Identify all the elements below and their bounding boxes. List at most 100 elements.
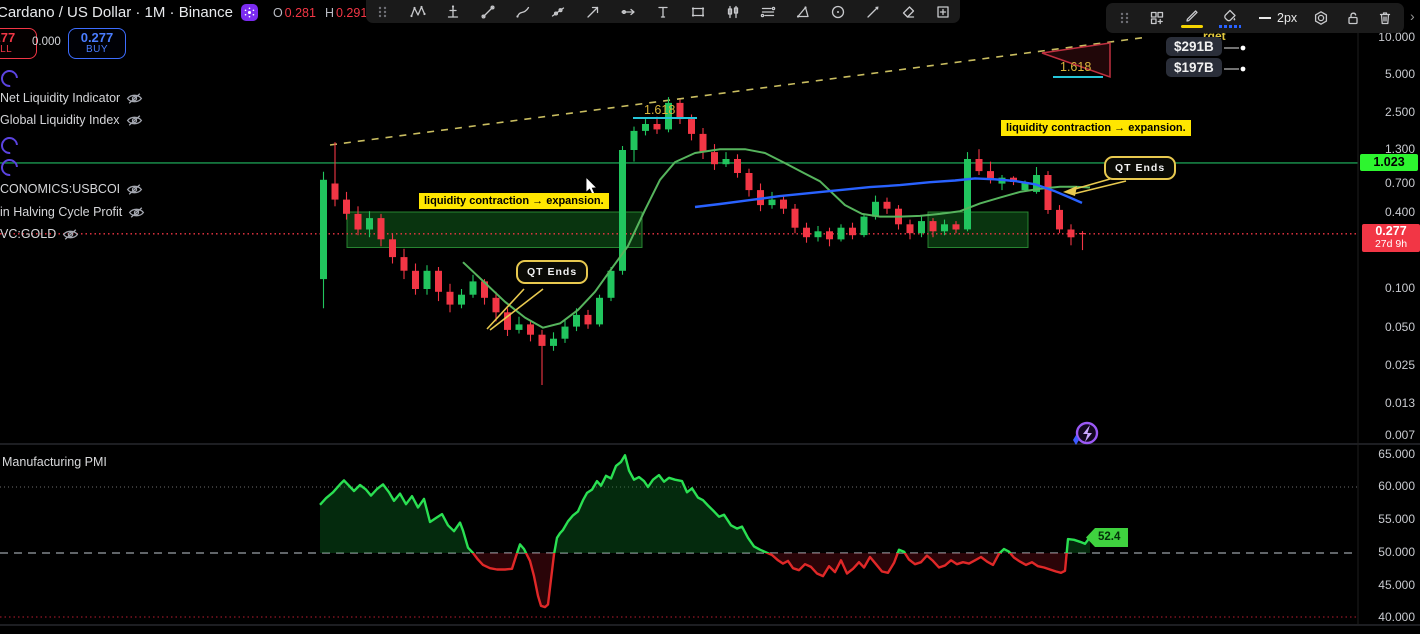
indicator-label[interactable]: in Halving Cycle Profit	[0, 205, 122, 219]
measure-icon[interactable]	[935, 4, 951, 20]
arrow-button[interactable]	[585, 4, 601, 20]
indicator-legend-item[interactable]: Global Liquidity Index	[0, 113, 143, 127]
drag-handle-icon[interactable]	[1117, 10, 1133, 26]
liquidity-target-291[interactable]: $291B	[1166, 37, 1222, 56]
drag-handle-icon[interactable]	[375, 4, 391, 20]
drag-handle-button[interactable]	[1117, 10, 1133, 26]
indicator-legend-item[interactable]: Net Liquidity Indicator	[0, 91, 143, 105]
price-axis-label: 0.013	[1384, 396, 1415, 410]
eraser-button[interactable]	[900, 4, 916, 20]
pmi-pane-title[interactable]: Manufacturing PMI	[2, 455, 107, 469]
trend-line-icon[interactable]	[480, 4, 496, 20]
ohlc-open-value: 0.281	[284, 5, 316, 20]
fill-color-swatch	[1219, 25, 1241, 28]
bars-pattern-icon[interactable]	[725, 4, 741, 20]
chart-canvas[interactable]	[0, 0, 1420, 634]
ohlc-open-label: O	[272, 5, 283, 20]
trash-icon[interactable]	[1377, 10, 1393, 26]
eye-off-icon[interactable]	[126, 114, 143, 127]
chevron-right-icon[interactable]: ›	[1410, 8, 1415, 24]
eraser-icon[interactable]	[900, 4, 916, 20]
eye-off-icon[interactable]	[128, 206, 145, 219]
qt-ends-callout-2[interactable]: QT Ends	[1104, 156, 1177, 180]
eye-off-icon[interactable]	[126, 183, 143, 196]
line-width-value: 2px	[1277, 11, 1298, 25]
ellipse-button[interactable]	[830, 4, 846, 20]
price-axis-label: 0.007	[1384, 428, 1415, 442]
line-width-icon[interactable]	[1257, 10, 1273, 26]
indicator-label[interactable]: VC:GOLD	[0, 227, 56, 241]
indicator-loading-spinner	[0, 155, 22, 180]
indicator-value-tag: 1.023	[1360, 154, 1418, 171]
lock-open-icon[interactable]	[1345, 10, 1361, 26]
pencil-color-button[interactable]	[1181, 8, 1203, 29]
text-tool-icon[interactable]	[655, 4, 671, 20]
measure-button[interactable]	[935, 4, 951, 20]
trend-line-button[interactable]	[480, 4, 496, 20]
price-axis-label: 0.100	[1384, 281, 1415, 295]
liquidity-note-1[interactable]: liquidity contraction → expansion.	[419, 193, 609, 209]
symbol-header[interactable]: Cardano / US Dollar · 1M · Binance O 0.28…	[0, 4, 383, 21]
indicator-label[interactable]: Global Liquidity Index	[0, 113, 120, 127]
xabcd-pattern-icon[interactable]	[410, 4, 426, 20]
ohlc-high-value: 0.291	[335, 5, 368, 20]
arrow-marker-button[interactable]	[865, 4, 881, 20]
sell-label: SELL	[0, 43, 13, 55]
triangle-pattern-icon[interactable]	[795, 4, 811, 20]
indicator-legend-item[interactable]: CONOMICS:USBCOI	[0, 182, 143, 196]
text-tool-button[interactable]	[655, 4, 671, 20]
horizontal-ray-icon[interactable]	[620, 4, 636, 20]
fib-extension-label-2[interactable]: 1.618	[1060, 60, 1091, 74]
indicator-loading-spinner	[0, 66, 22, 91]
ohlc-high-label: H	[324, 5, 334, 20]
drag-handle-button[interactable]	[375, 4, 391, 20]
qt-ends-callout-1[interactable]: QT Ends	[516, 260, 589, 284]
fib-extension-label-1[interactable]: 1.618	[644, 103, 675, 117]
brush-icon[interactable]	[515, 4, 531, 20]
parallel-channel-icon[interactable]	[760, 4, 776, 20]
cross-line-button[interactable]	[550, 4, 566, 20]
price-axis-label: 2.500	[1384, 105, 1415, 119]
indicator-legend-item[interactable]: VC:GOLD	[0, 227, 79, 241]
price-axis-label: 0.400	[1384, 205, 1415, 219]
bucket-icon[interactable]	[1222, 8, 1238, 24]
settings-hex-icon[interactable]	[1313, 10, 1329, 26]
xabcd-pattern-button[interactable]	[410, 4, 426, 20]
price-axis-label: 0.025	[1384, 358, 1415, 372]
trash-button[interactable]	[1377, 10, 1393, 26]
horizontal-ray-button[interactable]	[620, 4, 636, 20]
fill-color-button[interactable]	[1219, 8, 1241, 28]
cross-line-icon[interactable]	[550, 4, 566, 20]
long-position-icon[interactable]	[445, 4, 461, 20]
rectangle-button[interactable]	[690, 4, 706, 20]
pmi-axis-label: 50.000	[1378, 545, 1415, 559]
arrow-icon[interactable]	[585, 4, 601, 20]
settings-hex-button[interactable]	[1313, 10, 1329, 26]
buy-button[interactable]: 0.277 BUY	[68, 28, 126, 59]
long-position-button[interactable]	[445, 4, 461, 20]
eye-off-icon[interactable]	[126, 92, 143, 105]
buy-label: BUY	[85, 43, 109, 55]
brush-button[interactable]	[515, 4, 531, 20]
drawing-properties-toolbar: 2px	[1106, 3, 1405, 33]
symbol-title[interactable]: Cardano / US Dollar · 1M · Binance	[0, 4, 233, 21]
triangle-pattern-button[interactable]	[795, 4, 811, 20]
liquidity-note-2[interactable]: liquidity contraction → expansion.	[1001, 120, 1191, 136]
ellipse-icon[interactable]	[830, 4, 846, 20]
lock-open-button[interactable]	[1345, 10, 1361, 26]
pencil-color-swatch	[1181, 24, 1203, 29]
parallel-channel-button[interactable]	[760, 4, 776, 20]
indicator-legend-item[interactable]: in Halving Cycle Profit	[0, 205, 145, 219]
pencil-icon[interactable]	[1184, 8, 1200, 24]
layout-grid-button[interactable]	[1149, 10, 1165, 26]
line-width-button[interactable]: 2px	[1257, 10, 1297, 26]
arrow-marker-icon[interactable]	[865, 4, 881, 20]
eye-off-icon[interactable]	[62, 228, 79, 241]
liquidity-target-197[interactable]: $197B	[1166, 58, 1222, 77]
bars-pattern-button[interactable]	[725, 4, 741, 20]
rectangle-icon[interactable]	[690, 4, 706, 20]
pmi-axis-label: 40.000	[1378, 610, 1415, 624]
layout-grid-icon[interactable]	[1149, 10, 1165, 26]
indicator-label[interactable]: CONOMICS:USBCOI	[0, 182, 120, 196]
indicator-label[interactable]: Net Liquidity Indicator	[0, 91, 120, 105]
